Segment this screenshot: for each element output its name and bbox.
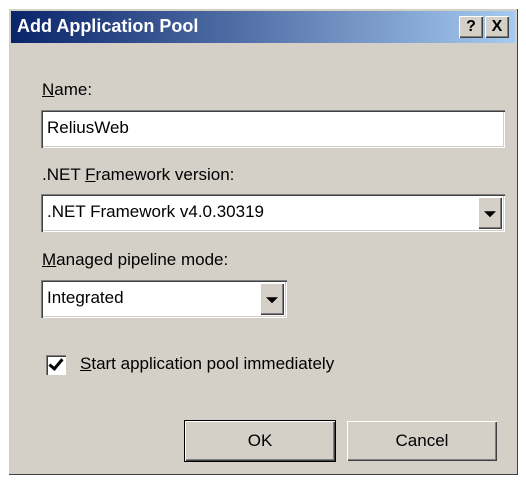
- name-label: Name:: [42, 80, 93, 99]
- name-input-value: ReliusWeb: [47, 118, 129, 137]
- chevron-down-icon[interactable]: [478, 197, 502, 229]
- add-application-pool-dialog: Add Application Pool ? X Name: ReliusWeb…: [8, 8, 518, 475]
- close-button[interactable]: X: [485, 16, 509, 38]
- chevron-down-icon[interactable]: [260, 283, 284, 315]
- cancel-button[interactable]: Cancel: [347, 421, 497, 461]
- title-bar[interactable]: Add Application Pool ? X: [11, 11, 515, 43]
- framework-version-value: .NET Framework v4.0.30319: [47, 202, 264, 221]
- pipeline-mode-value: Integrated: [47, 288, 124, 307]
- help-button[interactable]: ?: [459, 16, 483, 38]
- start-immediately-label[interactable]: Start application pool immediately: [80, 354, 334, 374]
- framework-version-label: .NET Framework version:: [42, 165, 235, 184]
- pipeline-mode-label: Managed pipeline mode:: [42, 250, 229, 269]
- start-immediately-checkbox[interactable]: [46, 355, 66, 375]
- framework-version-select[interactable]: .NET Framework v4.0.30319: [41, 194, 505, 232]
- name-input[interactable]: ReliusWeb: [41, 110, 505, 148]
- pipeline-mode-select[interactable]: Integrated: [41, 280, 287, 318]
- dialog-title: Add Application Pool: [17, 16, 199, 36]
- ok-button[interactable]: OK: [184, 420, 336, 462]
